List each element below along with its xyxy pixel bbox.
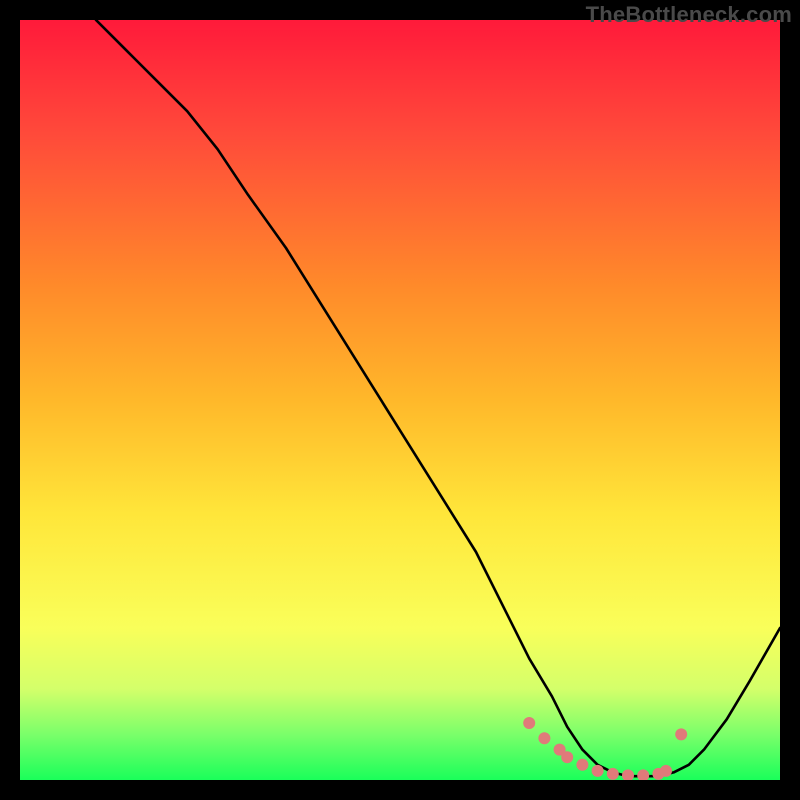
bottleneck-curve	[20, 20, 780, 780]
curve-marker	[576, 759, 588, 771]
curve-marker	[622, 769, 634, 780]
curve-marker	[592, 765, 604, 777]
chart-plot-area	[20, 20, 780, 780]
curve-marker	[637, 769, 649, 780]
curve-marker	[523, 717, 535, 729]
curve-marker	[538, 732, 550, 744]
watermark-text: TheBottleneck.com	[586, 2, 792, 28]
curve-marker	[561, 751, 573, 763]
curve-marker	[675, 728, 687, 740]
curve-marker	[660, 765, 672, 777]
curve-marker	[607, 768, 619, 780]
